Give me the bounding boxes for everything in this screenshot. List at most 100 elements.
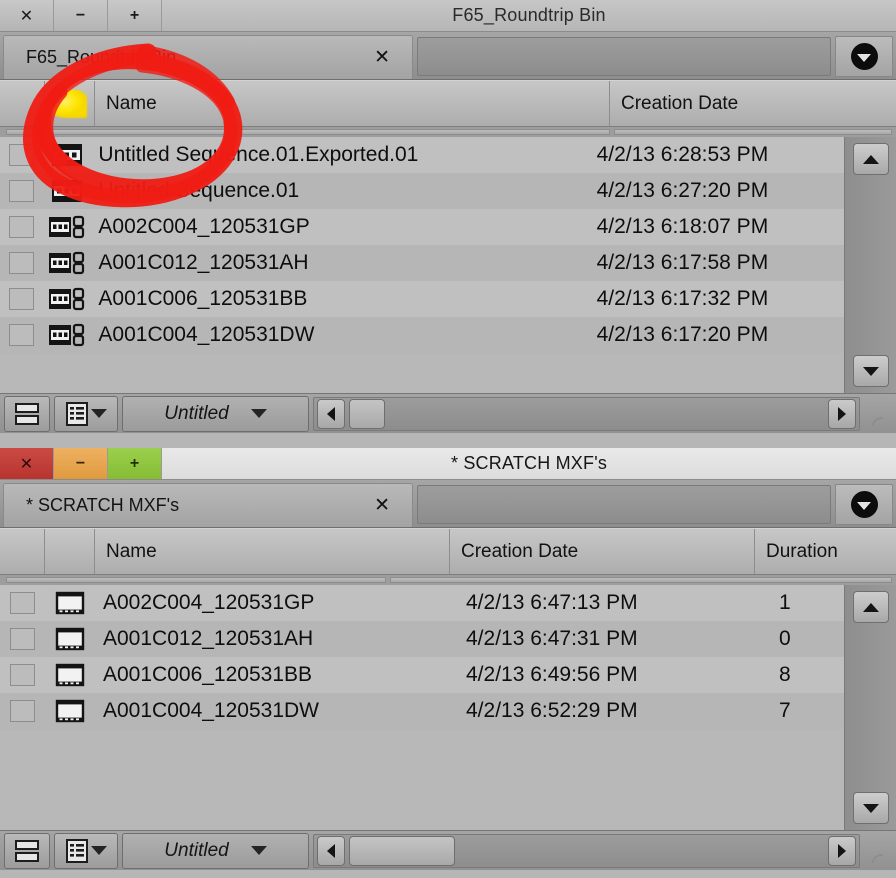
scroll-up-button[interactable] (852, 591, 889, 623)
table-row[interactable]: A002C004_120531GP 4/2/13 6:47:13 PM 1 (0, 585, 844, 621)
row-checkbox[interactable] (0, 628, 45, 650)
top-tabstrip-filler (417, 37, 831, 76)
row-checkbox[interactable] (0, 288, 43, 310)
row-name: A002C004_120531GP (98, 215, 310, 238)
column-header-marker[interactable] (45, 81, 95, 126)
text-view-button[interactable] (54, 832, 118, 869)
bottom-minimize-button[interactable]: − (54, 448, 108, 479)
row-checkbox[interactable] (0, 592, 45, 614)
column-header-icon[interactable] (45, 529, 95, 574)
bottom-column-resize-bar (0, 575, 896, 585)
row-creation-date: 4/2/13 6:17:58 PM (596, 251, 769, 274)
table-row[interactable]: A002C004_120531GP 4/2/13 6:18:07 PM (0, 209, 844, 245)
top-horizontal-scrollbar[interactable] (313, 396, 860, 431)
split-view-button[interactable] (4, 395, 50, 432)
column-header-creation-date[interactable]: Creation Date (450, 529, 755, 574)
column-header-name[interactable]: Name (95, 529, 450, 574)
top-vertical-scrollbar[interactable] (844, 137, 896, 393)
row-creation-date: 4/2/13 6:52:29 PM (466, 699, 638, 722)
row-checkbox[interactable] (0, 700, 45, 722)
master-clip-icon (55, 627, 85, 651)
resize-segment[interactable] (614, 129, 892, 135)
checkbox-icon (10, 628, 35, 650)
row-name: Untitled Sequence.01.Exported.01 (98, 143, 419, 166)
tab-f65-roundtrip-bin[interactable]: F65_Roundtrip Bin ✕ (3, 35, 413, 79)
row-checkbox[interactable] (0, 216, 43, 238)
bottom-close-button[interactable]: ✕ (0, 448, 54, 479)
column-header-duration[interactable]: Duration (755, 529, 896, 574)
top-bin-list[interactable]: Untitled Sequence.01.Exported.01 4/2/13 6… (0, 137, 844, 393)
top-window-titlebar: ✕ − + F65_Roundtrip Bin (0, 0, 896, 32)
table-row[interactable]: Untitled Sequence.01.Exported.01 4/2/13 6… (0, 137, 844, 173)
bottom-tab-menu-button[interactable] (835, 484, 893, 525)
resize-segment[interactable] (6, 129, 610, 135)
row-duration: 8 (779, 663, 791, 686)
view-preset-selector[interactable]: Untitled (122, 395, 309, 432)
top-tab-menu-button[interactable] (835, 36, 893, 77)
table-row[interactable]: A001C012_120531AH 4/2/13 6:47:31 PM 0 (0, 621, 844, 657)
column-header-check[interactable] (0, 529, 45, 574)
table-row[interactable]: A001C004_120531DW 4/2/13 6:17:20 PM (0, 317, 844, 353)
top-minimize-button[interactable]: − (54, 0, 108, 31)
tab-scratch-mxfs[interactable]: * SCRATCH MXF's ✕ (3, 483, 413, 527)
linked-clip-icon (48, 323, 84, 347)
table-row[interactable]: A001C006_120531BB 4/2/13 6:49:56 PM 8 (0, 657, 844, 693)
resize-segment[interactable] (390, 577, 892, 583)
scroll-right-button[interactable] (828, 835, 856, 866)
table-row[interactable]: A001C006_120531BB 4/2/13 6:17:32 PM (0, 281, 844, 317)
text-view-button[interactable] (54, 395, 118, 432)
checkbox-icon (10, 664, 35, 686)
bottom-bin-list[interactable]: A002C004_120531GP 4/2/13 6:47:13 PM 1 A001C… (0, 585, 844, 830)
row-checkbox[interactable] (0, 324, 43, 346)
row-name: A001C012_120531AH (103, 627, 314, 650)
list-view-icon (65, 401, 88, 426)
column-header-creation-date[interactable]: Creation Date (610, 81, 896, 126)
scroll-left-button[interactable] (317, 835, 345, 866)
chevron-down-icon (250, 846, 267, 855)
scroll-left-button[interactable] (317, 398, 345, 429)
row-creation-date: 4/2/13 6:47:13 PM (466, 591, 638, 614)
bottom-window-resize-grip[interactable] (864, 832, 892, 870)
column-header-name[interactable]: Name (95, 81, 610, 126)
scroll-down-button[interactable] (852, 792, 889, 824)
bottom-maximize-button[interactable]: + (108, 448, 162, 479)
checkbox-icon (8, 144, 34, 166)
row-creation-date: 4/2/13 6:28:53 PM (596, 143, 769, 166)
view-preset-label: Untitled (164, 839, 229, 861)
table-row[interactable]: A001C012_120531AH 4/2/13 6:17:58 PM (0, 245, 844, 281)
top-window-resize-grip[interactable] (864, 395, 892, 433)
bottom-window-title: * SCRATCH MXF's (162, 448, 896, 479)
list-view-icon (65, 838, 88, 863)
chevron-down-icon (90, 409, 107, 418)
row-creation-date: 4/2/13 6:18:07 PM (596, 215, 769, 238)
horizontal-scroll-thumb[interactable] (349, 398, 385, 429)
bottom-vertical-scrollbar[interactable] (844, 585, 896, 830)
scroll-up-button[interactable] (852, 143, 889, 175)
column-header-check[interactable] (0, 81, 45, 126)
triangle-right-icon (838, 843, 846, 858)
top-maximize-button[interactable]: + (108, 0, 162, 31)
horizontal-scroll-thumb[interactable] (349, 835, 455, 866)
table-row[interactable]: A001C004_120531DW 4/2/13 6:52:29 PM 7 (0, 693, 844, 729)
checkbox-icon (8, 288, 34, 310)
scroll-down-button[interactable] (852, 355, 889, 387)
row-checkbox[interactable] (0, 252, 43, 274)
row-checkbox[interactable] (0, 144, 43, 166)
view-preset-selector[interactable]: Untitled (122, 832, 309, 869)
bottom-horizontal-scrollbar[interactable] (313, 833, 860, 868)
row-name: A002C004_120531GP (103, 591, 315, 614)
triangle-up-icon (862, 154, 879, 164)
split-view-button[interactable] (4, 832, 50, 869)
top-close-button[interactable]: ✕ (0, 0, 54, 31)
tab-close-icon[interactable]: ✕ (368, 494, 396, 517)
triangle-up-icon (862, 602, 879, 612)
view-preset-label: Untitled (164, 402, 229, 424)
tab-close-icon[interactable]: ✕ (368, 46, 396, 69)
scroll-right-button[interactable] (828, 398, 856, 429)
row-checkbox[interactable] (0, 664, 45, 686)
row-checkbox[interactable] (0, 180, 43, 202)
top-tabstrip: F65_Roundtrip Bin ✕ (0, 32, 896, 80)
triangle-down-icon (862, 366, 879, 376)
resize-segment[interactable] (6, 577, 386, 583)
table-row[interactable]: Untitled Sequence.01 4/2/13 6:27:20 PM (0, 173, 844, 209)
